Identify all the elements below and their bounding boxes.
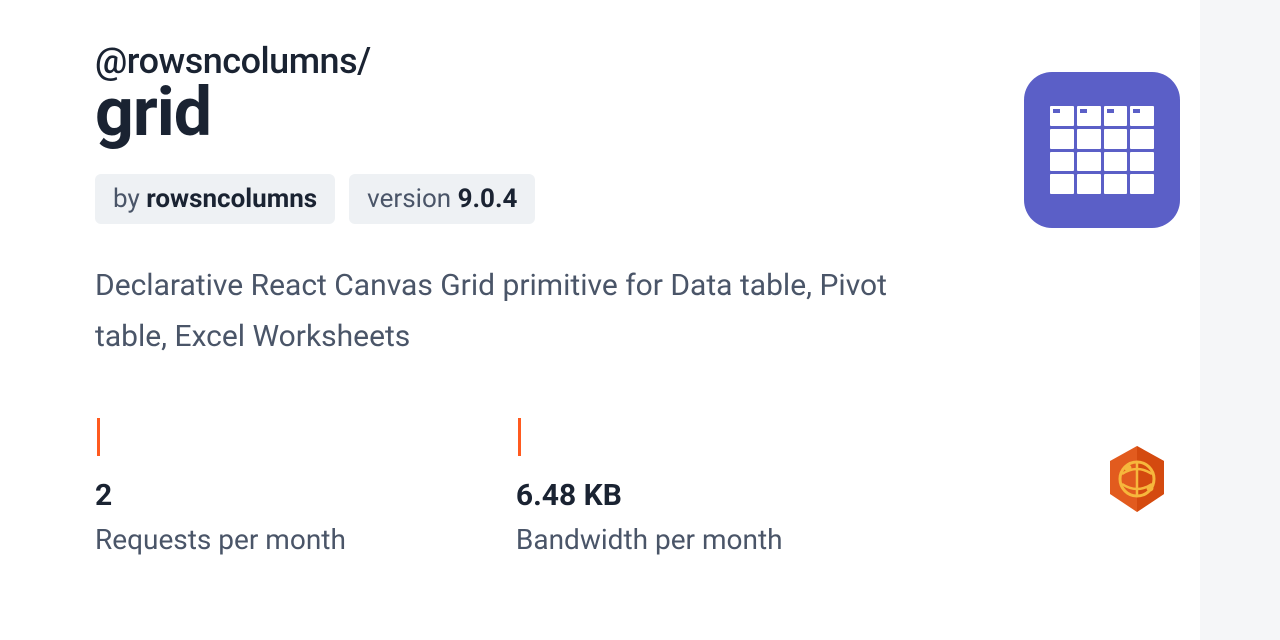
author-prefix: by (113, 184, 146, 214)
version-prefix: version (367, 184, 457, 214)
package-description: Declarative React Canvas Grid primitive … (95, 260, 915, 362)
version-badge[interactable]: version 9.0.4 (349, 174, 535, 224)
badges-row: by rowsncolumns version 9.0.4 (95, 174, 1185, 224)
package-card: @rowsncolumns/ grid by rowsncolumns vers… (0, 0, 1280, 596)
version-value: 9.0.4 (458, 184, 518, 214)
stat-tick-icon (518, 418, 521, 456)
author-name: rowsncolumns (146, 184, 317, 214)
stat-bandwidth-label: Bandwidth per month (516, 523, 783, 556)
stats-row: 2 Requests per month 6.48 KB Bandwidth p… (95, 418, 1185, 556)
stat-bandwidth: 6.48 KB Bandwidth per month (516, 418, 783, 556)
stat-requests-value: 2 (95, 478, 346, 513)
stat-bandwidth-value: 6.48 KB (516, 478, 783, 513)
stat-requests-label: Requests per month (95, 523, 346, 556)
stat-tick-icon (97, 418, 100, 456)
package-grid-icon (1024, 72, 1180, 228)
author-badge[interactable]: by rowsncolumns (95, 174, 335, 224)
jsdelivr-logo-icon (1106, 444, 1168, 514)
package-name: grid (95, 78, 1185, 146)
package-scope: @rowsncolumns/ (95, 40, 1185, 82)
stat-requests: 2 Requests per month (95, 418, 346, 556)
